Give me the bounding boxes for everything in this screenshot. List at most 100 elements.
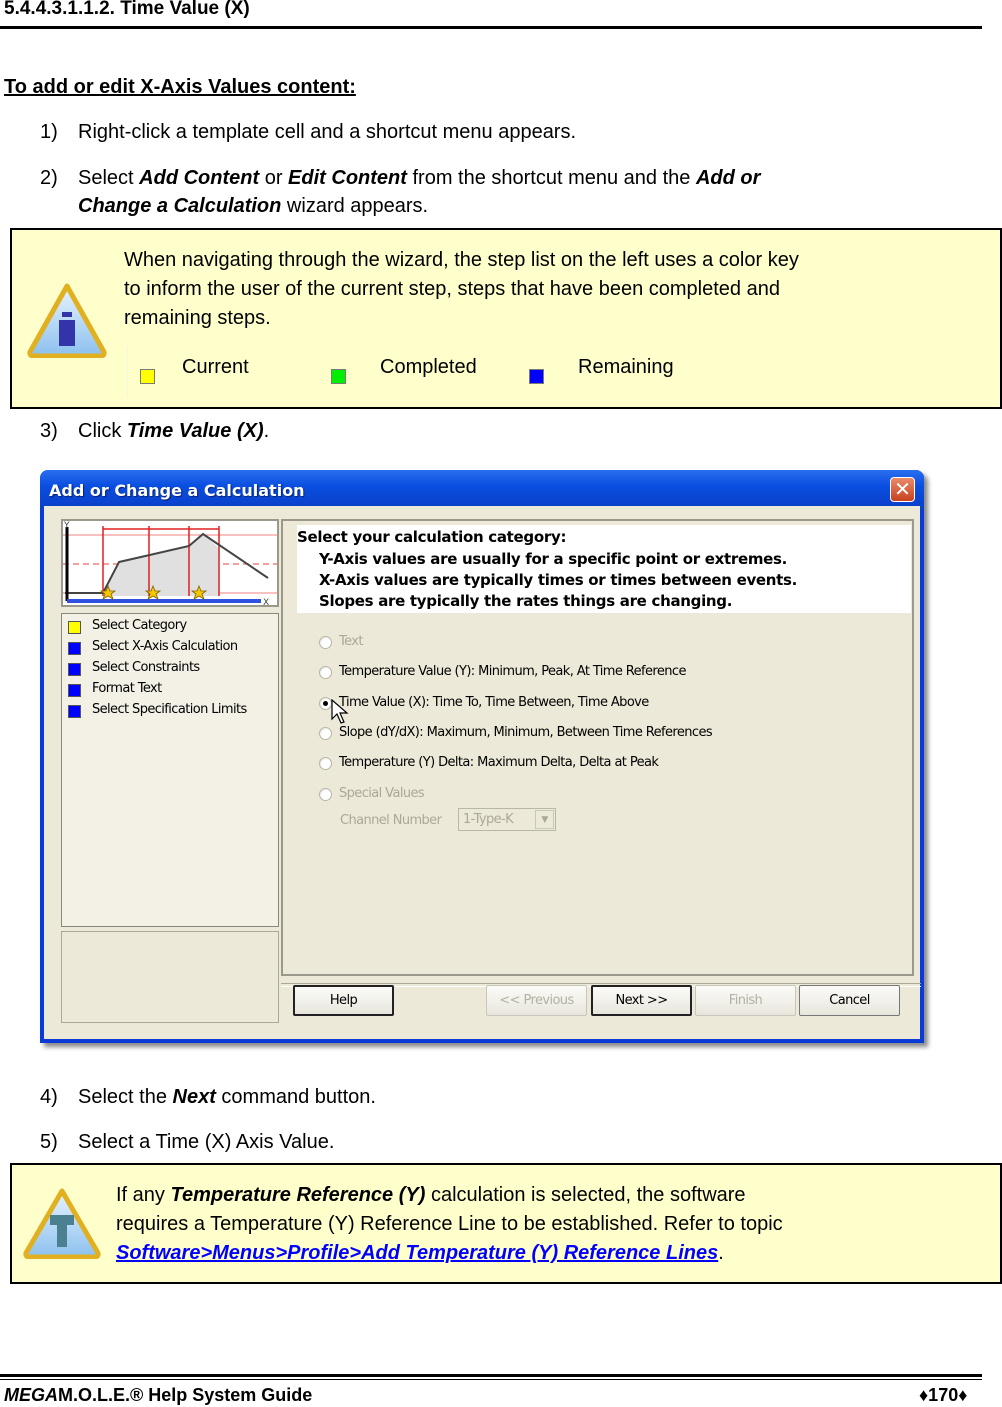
- text-run: Click: [78, 420, 127, 442]
- help-button[interactable]: Help: [293, 985, 394, 1016]
- radio-label: Temperature (Y) Delta: Maximum Delta, De…: [339, 755, 659, 770]
- chevron-down-icon[interactable]: ▼: [535, 810, 554, 829]
- brand-rest: M.O.L.E.® Help System Guide: [58, 1385, 313, 1405]
- calculation-preview: Y X: [61, 519, 279, 608]
- finish-button[interactable]: Finish: [695, 985, 796, 1016]
- note-callout: If any Temperature Reference (Y) calcula…: [10, 1163, 1002, 1284]
- step-color-swatch: [68, 705, 81, 718]
- procedure-subheading: To add or edit X-Axis Values content:: [4, 76, 356, 98]
- radio-indicator: [319, 727, 332, 740]
- wizard-step-label: Select X-Axis Calculation: [92, 639, 238, 654]
- wizard-step-label: Select Specification Limits: [92, 702, 247, 717]
- info-line: to inform the user of the current step, …: [124, 278, 780, 300]
- mouse-cursor-icon: [331, 699, 349, 724]
- info-line: remaining steps.: [124, 307, 271, 329]
- step-text: Select the Next command button.: [78, 1083, 376, 1111]
- step-3: 3) Click Time Value (X).: [40, 417, 940, 445]
- previous-button[interactable]: << Previous: [486, 985, 587, 1016]
- text-run: wizard appears.: [281, 195, 429, 217]
- note-line: Software>Menus>Profile>Add Temperature (…: [116, 1239, 783, 1268]
- preview-x-label: X: [263, 598, 269, 605]
- wizard-step-label: Select Category: [92, 618, 187, 633]
- section-heading: 5.4.4.3.1.1.2. Time Value (X): [4, 0, 250, 19]
- footer-brand: MEGAM.O.L.E.® Help System Guide: [4, 1385, 312, 1406]
- emphasis: Temperature Reference (Y): [170, 1184, 426, 1206]
- info-icon: [27, 283, 107, 358]
- radio-label: Special Values: [339, 786, 425, 801]
- category-description: Select your calculation category: Y-Axis…: [297, 525, 911, 613]
- step-number: 4): [40, 1086, 58, 1108]
- dialog-titlebar: Add or Change a Calculation ✕: [40, 470, 924, 510]
- dialog-title: Add or Change a Calculation: [49, 481, 305, 500]
- cancel-button[interactable]: Cancel: [799, 985, 900, 1016]
- step-1: 1) Right-click a template cell and a sho…: [40, 118, 940, 146]
- preview-y-label: Y: [63, 521, 70, 531]
- heading-rule: [0, 26, 982, 29]
- period: .: [718, 1242, 724, 1264]
- preview-graphic: Y X: [63, 521, 277, 608]
- close-button[interactable]: ✕: [890, 477, 915, 502]
- step-number: 2): [40, 167, 58, 189]
- step-color-swatch: [68, 663, 81, 676]
- radio-indicator: [319, 636, 332, 649]
- text-run: command button.: [215, 1086, 376, 1108]
- emphasis: Edit Content: [288, 167, 407, 189]
- text-run: from the shortcut menu and the: [406, 167, 696, 189]
- step-text: Right-click a template cell and a shortc…: [78, 118, 576, 146]
- step-5: 5) Select a Time (X) Axis Value.: [40, 1128, 940, 1156]
- reference-lines-link[interactable]: Software>Menus>Profile>Add Temperature (…: [116, 1242, 718, 1264]
- description-line: Y-Axis values are usually for a specific…: [319, 550, 788, 568]
- close-icon: ✕: [894, 477, 911, 501]
- emphasis: Next: [172, 1086, 216, 1108]
- step-color-swatch: [68, 684, 81, 697]
- emphasis: Change a Calculation: [78, 195, 282, 217]
- step-number: 5): [40, 1131, 58, 1153]
- note-line: requires a Temperature (Y) Reference Lin…: [116, 1213, 783, 1235]
- radio-indicator: [319, 666, 332, 679]
- footer-rule: [0, 1374, 982, 1377]
- text-run: calculation is selected, the software: [425, 1184, 746, 1206]
- step-color-swatch: [68, 621, 81, 634]
- legend-swatch-completed: [331, 369, 346, 384]
- category-panel: Select your calculation category: Y-Axis…: [281, 519, 914, 976]
- add-or-change-calculation-dialog: Add or Change a Calculation ✕ Y X Select…: [40, 470, 924, 1043]
- tool-icon: [23, 1188, 101, 1259]
- legend-cell: [127, 346, 128, 398]
- channel-number-value: 1-Type-K: [463, 812, 514, 827]
- description-line: Select your calculation category:: [297, 528, 567, 546]
- emphasis: Time Value (X): [126, 420, 264, 442]
- step-number: 3): [40, 420, 58, 442]
- step-text-line-1: Select Add Content or Edit Content from …: [78, 164, 760, 192]
- radio-label: Time Value (X): Time To, Time Between, T…: [339, 695, 649, 710]
- text-run: Select: [78, 167, 140, 189]
- radio-indicator: [319, 788, 332, 801]
- text-run: .: [263, 420, 270, 442]
- legend-swatch-current: [140, 369, 155, 384]
- note-line: If any Temperature Reference (Y) calcula…: [116, 1181, 783, 1210]
- info-line: When navigating through the wizard, the …: [124, 249, 799, 271]
- emphasis: Add Content: [139, 167, 260, 189]
- step-text: Select a Time (X) Axis Value.: [78, 1128, 334, 1156]
- info-callout: When navigating through the wizard, the …: [10, 228, 1002, 409]
- step-text: Click Time Value (X).: [78, 417, 269, 445]
- info-callout-text: When navigating through the wizard, the …: [124, 246, 799, 333]
- text-run: or: [259, 167, 289, 189]
- channel-number-select[interactable]: 1-Type-K ▼: [458, 808, 556, 831]
- legend-label-current: Current: [182, 356, 249, 378]
- description-line: X-Axis values are typically times or tim…: [319, 571, 798, 589]
- footer-rule: [0, 1379, 982, 1380]
- wizard-step-list: Select Category Select X-Axis Calculatio…: [61, 613, 279, 927]
- radio-label: Text: [339, 634, 364, 649]
- channel-number-label: Channel Number: [340, 813, 442, 828]
- next-button[interactable]: Next >>: [591, 985, 692, 1016]
- text-run: Select a Time (X) Axis Value.: [78, 1131, 335, 1153]
- emphasis: Add or: [695, 167, 761, 189]
- radio-indicator: [319, 757, 332, 770]
- wizard-step-label: Select Constraints: [92, 660, 200, 675]
- page-number: ♦170♦: [919, 1385, 968, 1405]
- radio-label: Slope (dY/dX): Maximum, Minimum, Between…: [339, 725, 713, 740]
- dialog-body: Y X Select Category Select X-Axis Calcul…: [44, 506, 921, 1039]
- step-number: 1): [40, 121, 58, 143]
- step-2: 2) Select Add Content or Edit Content fr…: [40, 164, 980, 222]
- description-line: Slopes are typically the rates things ar…: [319, 592, 733, 610]
